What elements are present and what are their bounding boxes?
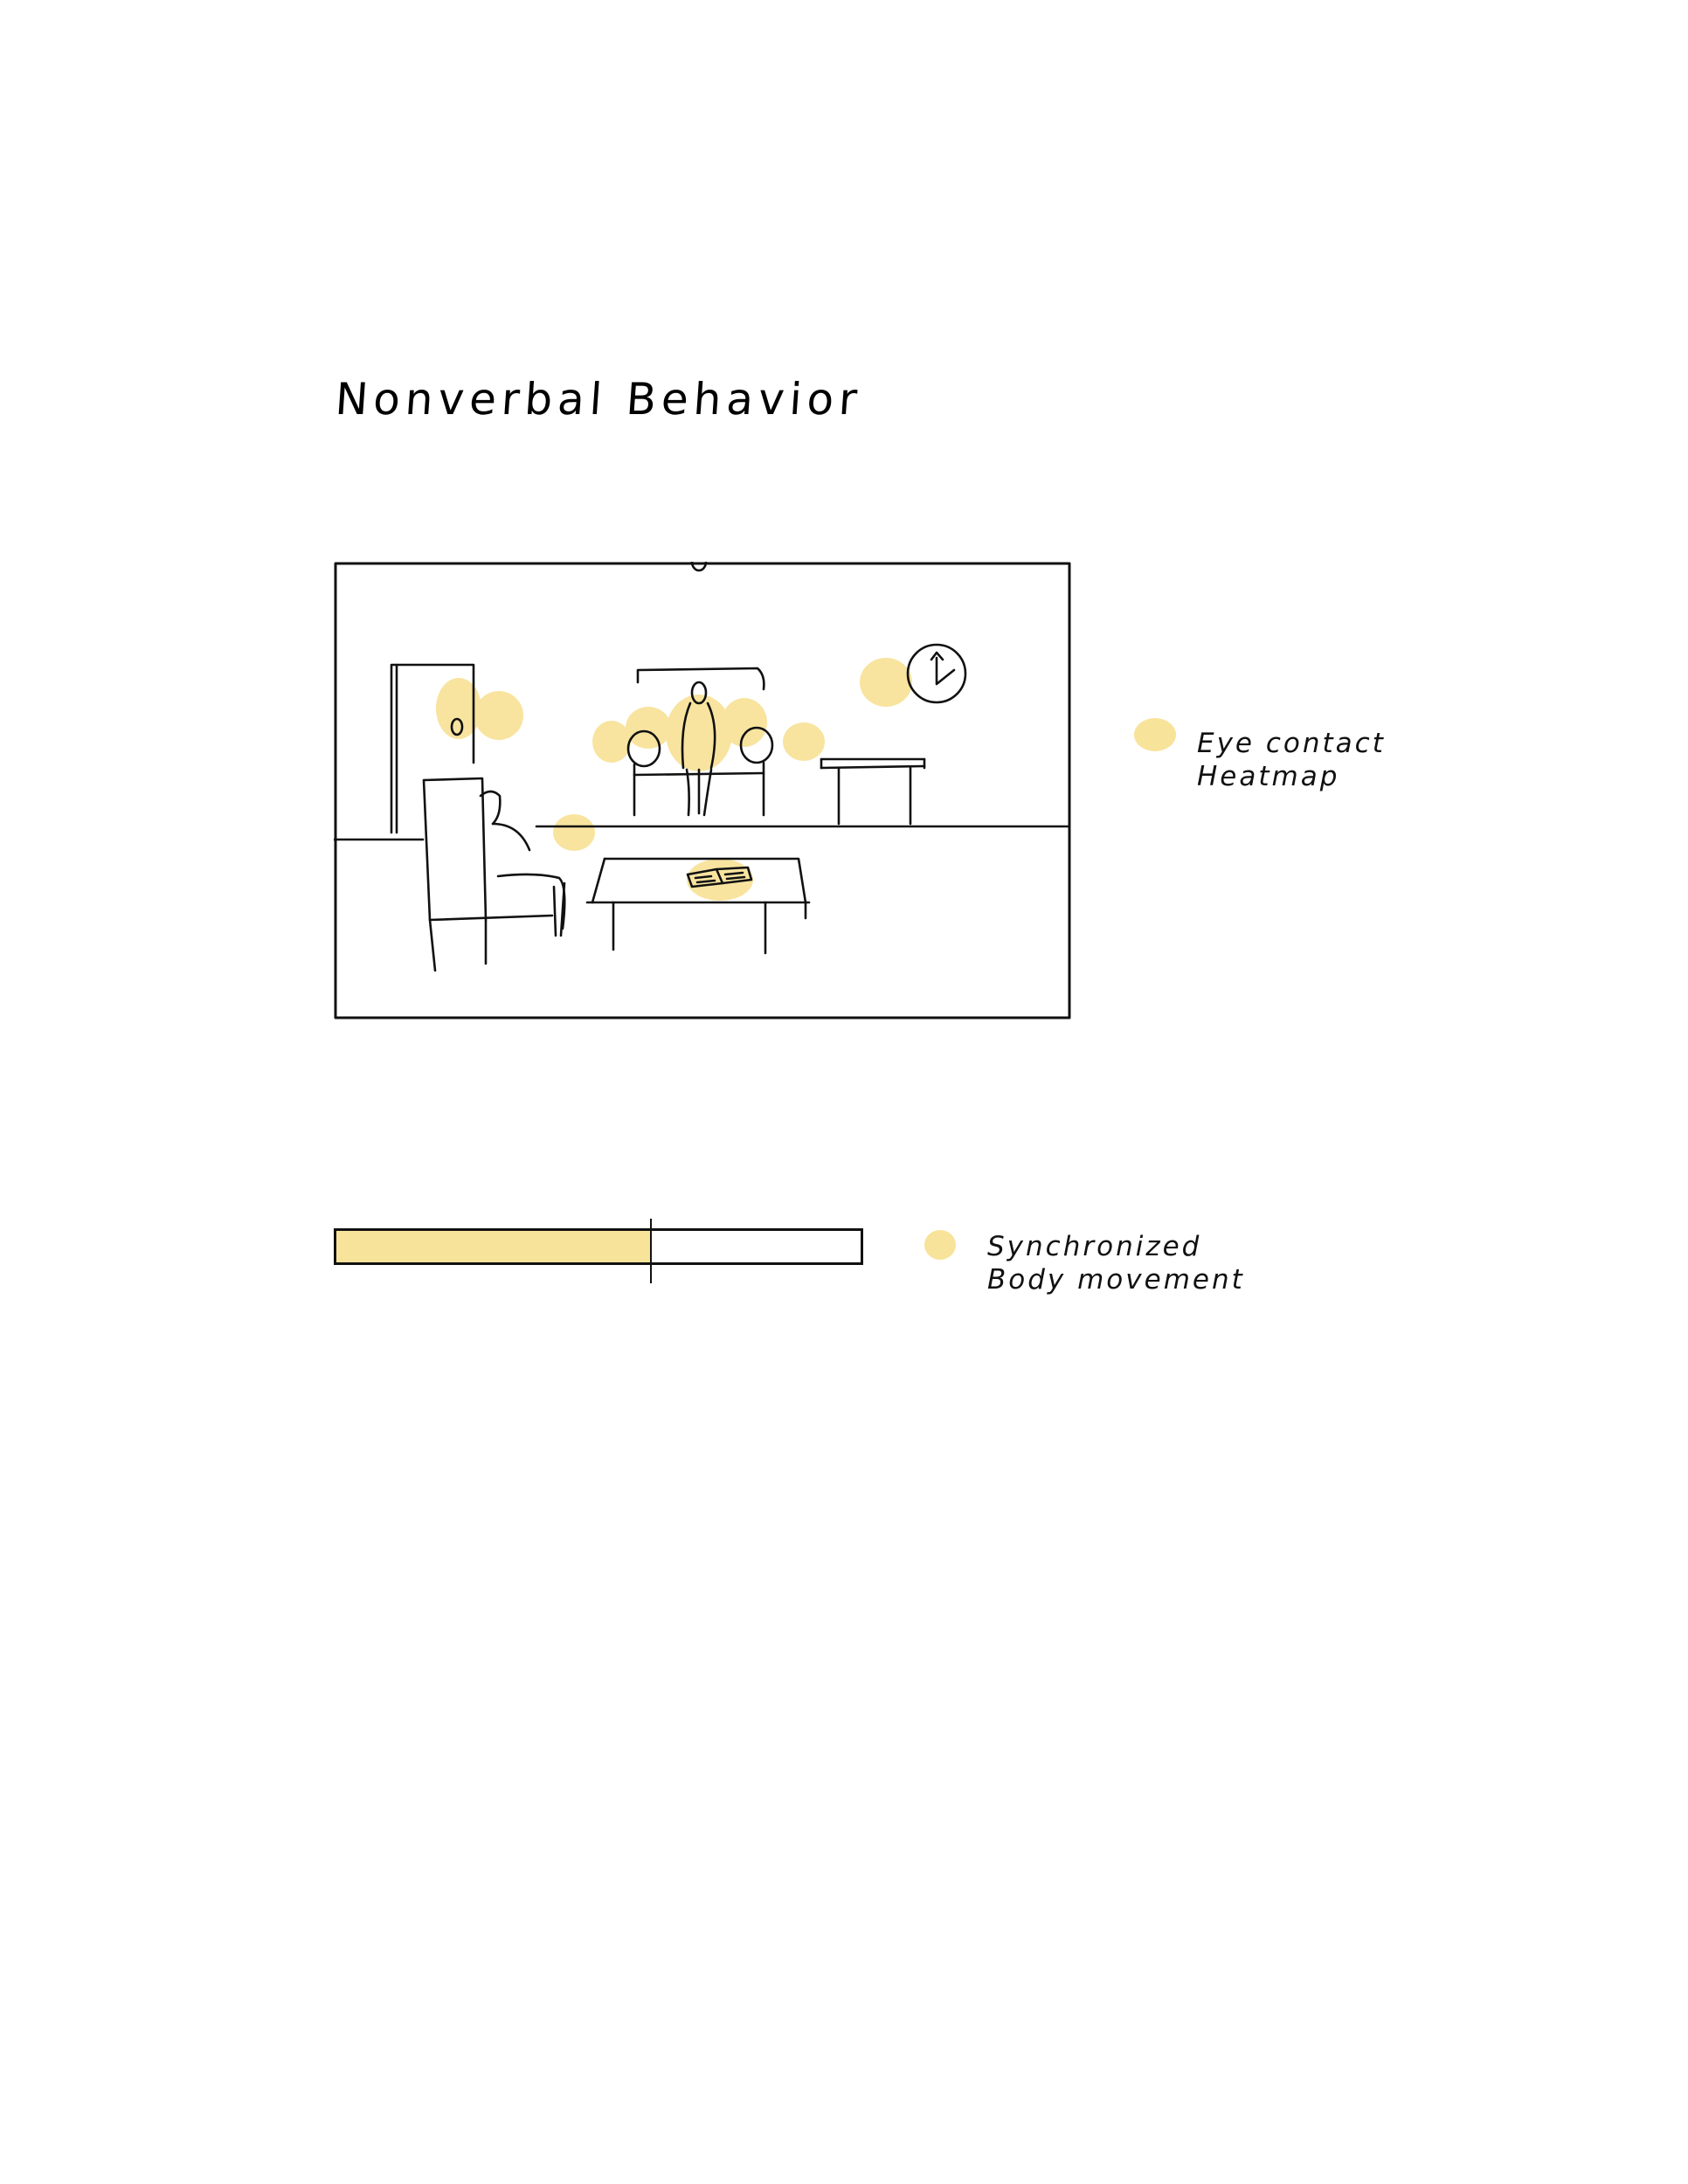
eye-contact-legend-line1: Eye contact [1197, 728, 1386, 759]
room-lines [334, 562, 1071, 1019]
sync-movement-fill [336, 1231, 651, 1262]
scene-sketch [334, 562, 1071, 1019]
person-icon [681, 562, 716, 817]
body-movement-legend-label: Synchronized Body movement [987, 1230, 1245, 1296]
body-movement-legend-dot [924, 1230, 956, 1260]
sync-movement-marker[interactable] [650, 1219, 652, 1283]
sync-movement-bar [334, 1219, 863, 1283]
eye-contact-legend-dot [1134, 718, 1176, 751]
eye-contact-heatmap [436, 658, 912, 901]
eye-contact-legend-line2: Heatmap [1197, 761, 1340, 792]
body-movement-legend-line2: Body movement [987, 1264, 1245, 1296]
clock-icon [906, 643, 967, 704]
armchair-icon [422, 777, 566, 972]
eye-contact-legend-label: Eye contact Heatmap [1197, 727, 1386, 793]
body-movement-legend-line1: Synchronized [987, 1231, 1202, 1262]
page-title: Nonverbal Behavior [333, 374, 864, 425]
side-table-icon [820, 757, 926, 826]
